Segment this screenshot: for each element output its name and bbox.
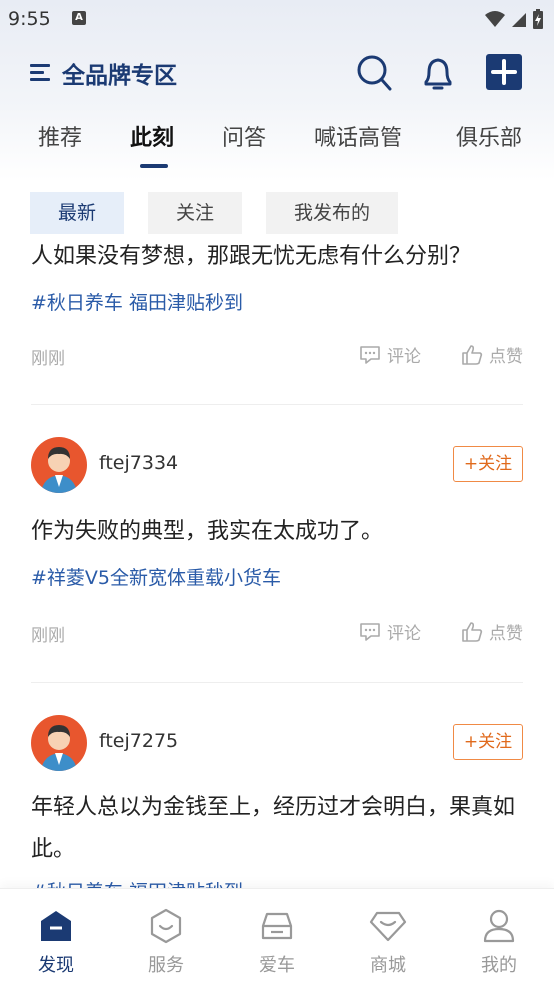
comment-icon: [360, 345, 380, 364]
page-title: 全品牌专区: [62, 63, 177, 89]
post-content: 人如果没有梦想，那跟无忧无虑有什么分别？: [31, 244, 472, 269]
comment-button[interactable]: 评论: [359, 342, 421, 367]
status-icons: [484, 8, 544, 30]
post-feed[interactable]: 人如果没有梦想，那跟无忧无虑有什么分别？ #秋日养车 福田津贴秒到 刚刚 评论 …: [0, 236, 554, 888]
nav-car[interactable]: 爱车: [227, 907, 327, 977]
app-bar: 全品牌专区: [0, 48, 554, 96]
thumbs-up-icon: [462, 344, 483, 365]
avatar-icon: [41, 725, 77, 771]
like-button[interactable]: 点赞: [461, 342, 523, 367]
username[interactable]: ftej7275: [99, 730, 178, 752]
bell-icon: [424, 58, 452, 90]
car-icon: [261, 912, 293, 940]
like-label: 点赞: [489, 624, 523, 644]
tab-recommend[interactable]: 推荐: [38, 120, 82, 152]
like-label: 点赞: [489, 347, 523, 367]
status-bar: 9:55 A: [0, 0, 554, 40]
wifi-icon: [485, 11, 505, 27]
tab-club[interactable]: 俱乐部: [456, 120, 522, 152]
avatar-icon: [41, 447, 77, 493]
thumbs-up-icon: [462, 621, 483, 642]
nav-label: 发现: [38, 955, 74, 976]
filter-latest[interactable]: 最新: [30, 192, 125, 234]
signal-icon: [512, 13, 526, 27]
post-time: 刚刚: [31, 349, 65, 369]
nav-label: 我的: [481, 955, 517, 976]
comment-label: 评论: [387, 347, 421, 367]
comment-icon: [360, 622, 380, 641]
post-actions: 评论 点赞: [359, 619, 523, 644]
post-topic[interactable]: #祥菱V5全新宽体重载小货车: [31, 563, 281, 590]
nav-label: 服务: [148, 955, 184, 976]
add-post-button[interactable]: [486, 54, 522, 90]
follow-button[interactable]: +关注: [453, 446, 523, 482]
mall-icon: [369, 911, 407, 942]
status-time: 9:55: [8, 8, 51, 30]
post-actions: 评论 点赞: [359, 342, 523, 367]
post-content: 年轻人总以为金钱至上，经历过才会明白，果真如此。: [31, 795, 516, 862]
nav-discover[interactable]: 发现: [6, 907, 106, 977]
filter-chips: 最新 关注 我发布的: [30, 192, 399, 234]
tab-executives[interactable]: 喊话高管: [314, 120, 402, 152]
username[interactable]: ftej7334: [99, 452, 178, 474]
search-button[interactable]: [356, 52, 392, 92]
nav-service[interactable]: 服务: [116, 907, 216, 977]
post-card[interactable]: 人如果没有梦想，那跟无忧无虑有什么分别？ #秋日养车 福田津贴秒到 刚刚 评论 …: [0, 236, 554, 404]
post-content: 作为失败的典型，我实在太成功了。: [31, 519, 384, 544]
filter-following[interactable]: 关注: [148, 192, 243, 234]
avatar[interactable]: [31, 715, 87, 771]
nav-label: 商城: [370, 955, 406, 976]
avatar[interactable]: [31, 437, 87, 493]
nav-label: 爱车: [259, 955, 295, 976]
menu-button[interactable]: [30, 62, 52, 82]
battery-icon: [533, 9, 543, 29]
category-tabs: 推荐 此刻 问答 喊话高管 俱乐部: [0, 120, 554, 172]
post-time: 刚刚: [31, 626, 65, 646]
nav-mall[interactable]: 商城: [338, 907, 438, 977]
plus-icon: [491, 59, 517, 85]
search-icon: [357, 55, 392, 91]
follow-button[interactable]: +关注: [453, 724, 523, 760]
filter-my-posts[interactable]: 我发布的: [266, 192, 399, 234]
notification-button[interactable]: [420, 52, 456, 92]
tab-moment[interactable]: 此刻: [130, 120, 174, 152]
bottom-nav: 发现 服务 爱车 商城 我的: [0, 888, 554, 984]
service-icon: [150, 908, 182, 944]
post-card[interactable]: ftej7275 +关注 年轻人总以为金钱至上，经历过才会明白，果真如此。 #秋…: [0, 683, 554, 888]
post-topic[interactable]: #秋日养车 福田津贴秒到: [31, 288, 243, 315]
notification-icon: A: [72, 11, 86, 25]
comment-button[interactable]: 评论: [359, 619, 421, 644]
like-button[interactable]: 点赞: [461, 619, 523, 644]
nav-profile[interactable]: 我的: [449, 907, 549, 977]
tab-qa[interactable]: 问答: [222, 120, 266, 152]
profile-icon: [483, 909, 515, 943]
post-card[interactable]: ftej7334 +关注 作为失败的典型，我实在太成功了。 #祥菱V5全新宽体重…: [0, 405, 554, 682]
post-topic[interactable]: #秋日养车 福田津贴秒到: [31, 877, 243, 888]
comment-label: 评论: [387, 624, 421, 644]
discover-icon: [41, 911, 71, 941]
active-tab-indicator: [140, 164, 168, 168]
